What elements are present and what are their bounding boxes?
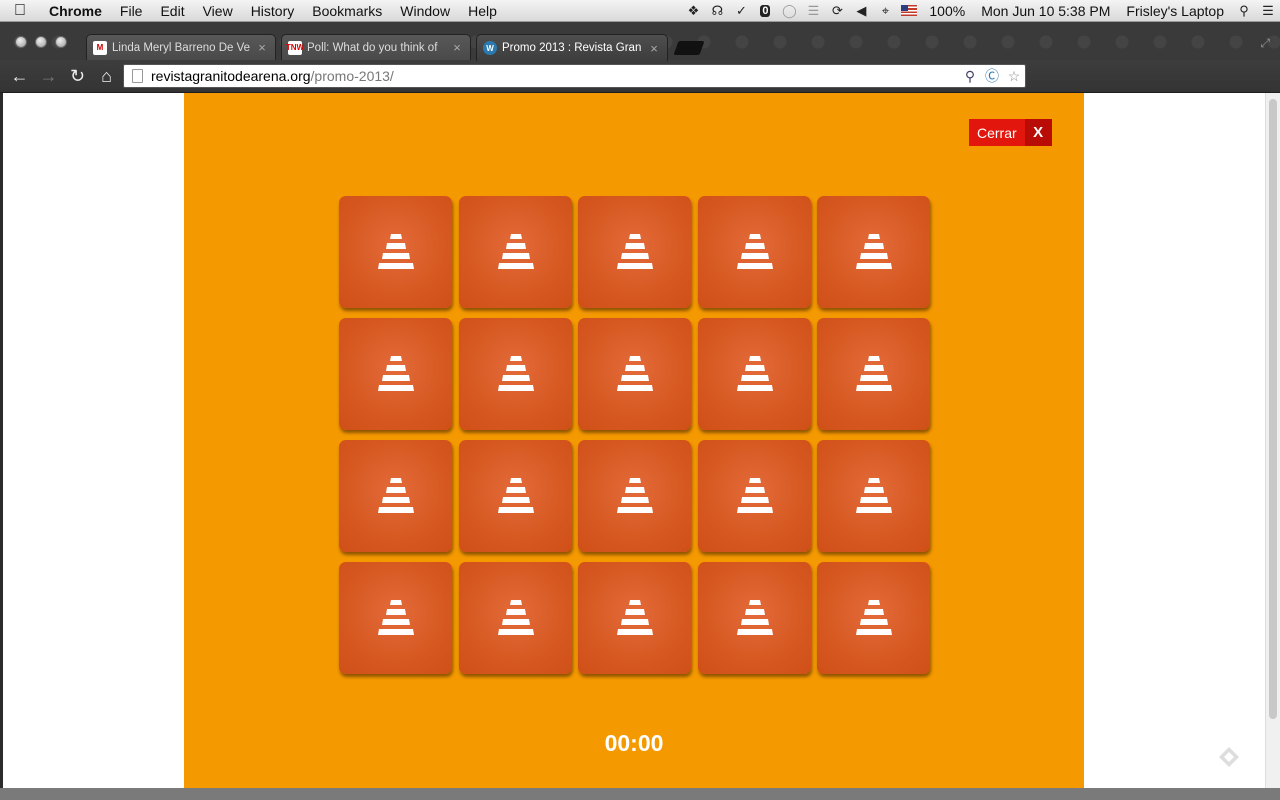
url-host: revistagranitodearena.org xyxy=(151,68,311,84)
tab-tnw-poll[interactable]: TNW Poll: What do you think of × xyxy=(281,34,471,60)
wordpress-icon: W xyxy=(483,41,497,55)
page-icon xyxy=(132,69,143,83)
zoom-window-icon[interactable] xyxy=(55,36,67,48)
memory-game-panel: Cerrar X 00:00 xyxy=(184,93,1084,788)
window-bottom-edge xyxy=(0,788,1280,800)
home-button[interactable]: ⌂ xyxy=(92,62,121,91)
url-path: /promo-2013/ xyxy=(310,68,394,84)
page-scrollbar[interactable] xyxy=(1265,93,1280,788)
us-flag-icon[interactable] xyxy=(901,5,918,16)
one-password-icon[interactable]: 0 xyxy=(753,0,777,22)
apple-menu-icon[interactable]:  xyxy=(0,2,40,20)
memory-card[interactable] xyxy=(817,196,930,308)
address-bar[interactable]: revistagranitodearena.org/promo-2013/ ⚲ … xyxy=(123,64,1026,88)
memory-card[interactable] xyxy=(339,562,452,674)
close-button[interactable]: Cerrar X xyxy=(969,119,1052,146)
notification-center-icon[interactable]: ☰ xyxy=(1256,0,1280,22)
page-viewport: Cerrar X 00:00 xyxy=(0,93,1280,788)
memory-card[interactable] xyxy=(817,318,930,430)
minimize-window-icon[interactable] xyxy=(35,36,47,48)
memory-card[interactable] xyxy=(339,318,452,430)
memory-card[interactable] xyxy=(817,440,930,552)
menu-view[interactable]: View xyxy=(194,3,242,19)
game-timer: 00:00 xyxy=(604,730,664,756)
tab-label: Poll: What do you think of xyxy=(307,41,438,54)
memory-card[interactable] xyxy=(578,562,691,674)
memory-card[interactable] xyxy=(697,440,811,552)
tab-strip: M Linda Meryl Barreno De Ve × TNW Poll: … xyxy=(0,22,1280,61)
window-edge xyxy=(0,93,3,788)
user-name[interactable]: Frisley's Laptop xyxy=(1118,3,1232,19)
memory-card[interactable] xyxy=(458,562,572,674)
reload-button[interactable]: ↻ xyxy=(63,62,92,91)
menu-bookmarks[interactable]: Bookmarks xyxy=(303,3,391,19)
gmail-icon: M xyxy=(93,40,107,55)
bookmark-star-icon[interactable]: ☆ xyxy=(1003,68,1025,85)
tab-close-icon[interactable]: × xyxy=(450,40,464,55)
menu-help[interactable]: Help xyxy=(459,3,506,19)
forward-button[interactable]: → xyxy=(34,62,63,91)
tab-promo-2013[interactable]: W Promo 2013 : Revista Gran × xyxy=(476,34,668,61)
clock[interactable]: Mon Jun 10 5:38 PM xyxy=(973,3,1118,19)
bird-icon[interactable]: ✓ xyxy=(729,0,753,22)
back-button[interactable]: ← xyxy=(5,62,34,91)
memory-card[interactable] xyxy=(578,440,691,552)
memory-card[interactable] xyxy=(697,196,811,308)
timemachine-icon[interactable]: ◯ xyxy=(777,0,801,22)
tab-gmail[interactable]: M Linda Meryl Barreno De Ve × xyxy=(86,34,276,60)
memory-card[interactable] xyxy=(578,318,691,430)
headphones-icon[interactable]: ☊ xyxy=(705,0,729,22)
scrollbar-thumb[interactable] xyxy=(1269,99,1277,719)
memory-card[interactable] xyxy=(697,562,811,674)
dropbox-icon[interactable]: ❖ xyxy=(681,0,705,22)
spotlight-icon[interactable]: ⚲ xyxy=(1232,0,1256,22)
memory-card[interactable] xyxy=(458,318,572,430)
status-area: ❖ ☊ ✓ 0 ◯ ☰ ⟳ ◀ ⌖ 100% Mon Jun 10 5:38 P… xyxy=(681,0,1280,22)
tab-label: Promo 2013 : Revista Gran xyxy=(502,42,642,54)
memory-card[interactable] xyxy=(339,196,452,308)
menu-file[interactable]: File xyxy=(111,3,152,19)
new-tab-button[interactable] xyxy=(673,41,705,55)
memory-card[interactable] xyxy=(697,318,811,430)
tab-close-icon[interactable]: × xyxy=(255,40,269,55)
memory-card[interactable] xyxy=(578,196,691,308)
menu-window[interactable]: Window xyxy=(391,3,459,19)
volume-icon[interactable]: ◀ xyxy=(849,0,873,22)
memory-card[interactable] xyxy=(817,562,930,674)
close-button-label: Cerrar xyxy=(969,119,1025,146)
memory-card[interactable] xyxy=(458,440,572,552)
menu-app-name[interactable]: Chrome xyxy=(40,3,111,19)
menu-edit[interactable]: Edit xyxy=(151,3,193,19)
browser-toolbar: ← → ↻ ⌂ revistagranitodearena.org/promo-… xyxy=(0,60,1280,149)
fullscreen-icon[interactable]: ⤢ xyxy=(1260,36,1270,51)
tab-label: Linda Meryl Barreno De Ve xyxy=(112,41,251,54)
tab-close-icon[interactable]: × xyxy=(647,41,661,56)
feedly-corner-icon[interactable] xyxy=(1218,746,1240,768)
memory-card[interactable] xyxy=(458,196,572,308)
close-window-icon[interactable] xyxy=(15,36,27,48)
tnw-icon: TNW xyxy=(286,40,304,55)
sync-icon[interactable]: ⟳ xyxy=(825,0,849,22)
macos-menubar:  Chrome File Edit View History Bookmark… xyxy=(0,0,1280,22)
memory-card[interactable] xyxy=(339,440,452,552)
close-icon: X xyxy=(1024,119,1052,146)
battery-percent[interactable]: 100% xyxy=(921,3,973,19)
wifi-icon[interactable]: ⌖ xyxy=(873,0,897,22)
bars-icon[interactable]: ☰ xyxy=(801,0,825,22)
search-zoom-icon[interactable]: ⚲ xyxy=(959,68,981,85)
menu-history[interactable]: History xyxy=(242,3,304,19)
wordpress-ext-icon[interactable]: Ⓒ xyxy=(981,66,1003,86)
